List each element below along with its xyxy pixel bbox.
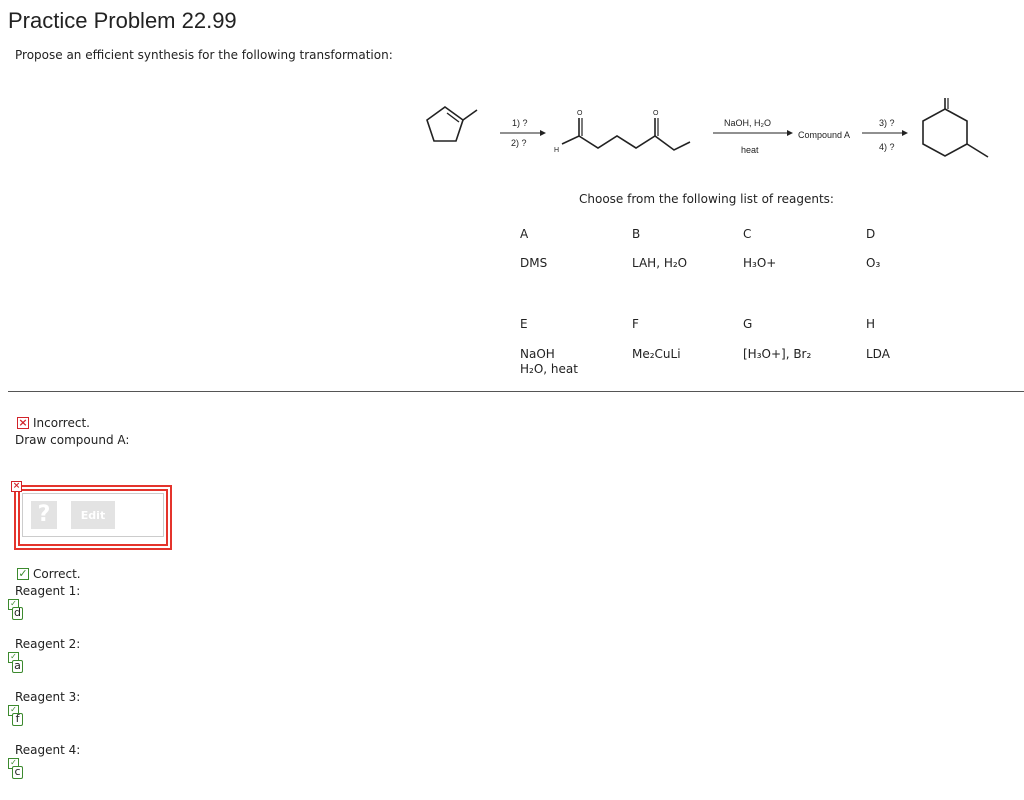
reagent-name-c: H₃O+ (743, 256, 777, 270)
condition-top: NaOH, H₂O (724, 118, 771, 128)
carbonyl-1-oxygen: O (577, 110, 583, 117)
reagent-letter-a: A (520, 227, 529, 241)
error-corner-icon: × (11, 481, 22, 492)
reagent-name-e-line2: H₂O, heat (520, 362, 578, 376)
cyclopentene-double-bond (446, 112, 460, 123)
problem-prompt: Propose an efficient synthesis for the f… (15, 48, 393, 62)
arrow-1-head (540, 130, 546, 136)
reagent-2-answer: ✓ a (8, 652, 24, 674)
reagent-name-d: O₃ (866, 256, 881, 270)
correct-label: Correct. (33, 567, 81, 581)
reagent-name-a: DMS (520, 256, 548, 270)
reagent-letter-d: D (866, 227, 876, 241)
section-divider (8, 391, 1024, 392)
reagent-3-label: Reagent 3: (15, 690, 81, 704)
reagent-letter-g: G (743, 317, 753, 331)
structure-editor[interactable]: ? Edit (22, 493, 164, 537)
reagent-name-g: [H₃O+], Br₂ (743, 347, 812, 361)
reagent-letter-h: H (866, 317, 876, 331)
compound-a-label: Compound A (798, 130, 850, 140)
reaction-scheme: 1) ? 2) ? H O O NaOH, H₂O heat Compound … (426, 98, 989, 158)
question-mark-icon: ? (31, 501, 57, 529)
incorrect-label: Incorrect. (33, 416, 90, 430)
reagent-name-h: LDA (866, 347, 890, 361)
reagent-3-answer: ✓ f (8, 705, 24, 727)
reagent-4-value: c (12, 766, 23, 779)
reagent-4-answer: ✓ c (8, 758, 24, 780)
incorrect-feedback: × Incorrect. (17, 416, 90, 430)
step3-label: 3) ? (879, 118, 895, 128)
correct-feedback: ✓ Correct. (17, 567, 81, 581)
structure-editor-frame: ? Edit (14, 485, 172, 550)
x-mark-icon: × (17, 416, 29, 429)
reagent-1-label: Reagent 1: (15, 584, 81, 598)
edit-button[interactable]: Edit (71, 501, 115, 529)
reagent-name-b: LAH, H₂O (632, 256, 688, 270)
reagent-3-value: f (12, 713, 23, 726)
arrow-3-head (902, 130, 908, 136)
checkmark-icon: ✓ (17, 567, 29, 580)
condition-bottom: heat (741, 145, 759, 155)
reagent-letter-f: F (632, 317, 639, 331)
step1-label: 1) ? (512, 118, 528, 128)
step4-label: 4) ? (879, 142, 895, 152)
reagent-2-value: a (12, 660, 23, 673)
reagent-list-heading: Choose from the following list of reagen… (579, 192, 834, 206)
cyclopentene-molecule (426, 106, 464, 142)
reagent-1-answer: ✓ d (8, 599, 24, 621)
carbonyl-2-oxygen: O (653, 110, 659, 117)
reagent-letter-e: E (520, 317, 528, 331)
step2-label: 2) ? (511, 138, 527, 148)
reagent-4-label: Reagent 4: (15, 743, 81, 757)
aldehyde-h-label: H (554, 147, 559, 154)
cyclohexanone-methyl (966, 143, 989, 158)
draw-compound-prompt: Draw compound A: (15, 433, 130, 447)
cyclopentene-methyl (462, 109, 478, 121)
ketoaldehyde-chain (561, 135, 691, 151)
reagent-1-value: d (12, 607, 23, 620)
reagent-name-f: Me₂CuLi (632, 347, 681, 361)
reagent-letter-b: B (632, 227, 641, 241)
reagent-name-e: NaOH (520, 347, 555, 361)
cyclohexanone-molecule (922, 108, 968, 157)
reagent-letter-c: C (743, 227, 752, 241)
arrow-2-head (787, 130, 793, 136)
reagent-2-label: Reagent 2: (15, 637, 81, 651)
page-title: Practice Problem 22.99 (8, 8, 237, 33)
structure-editor-highlight: ? Edit (18, 489, 168, 546)
